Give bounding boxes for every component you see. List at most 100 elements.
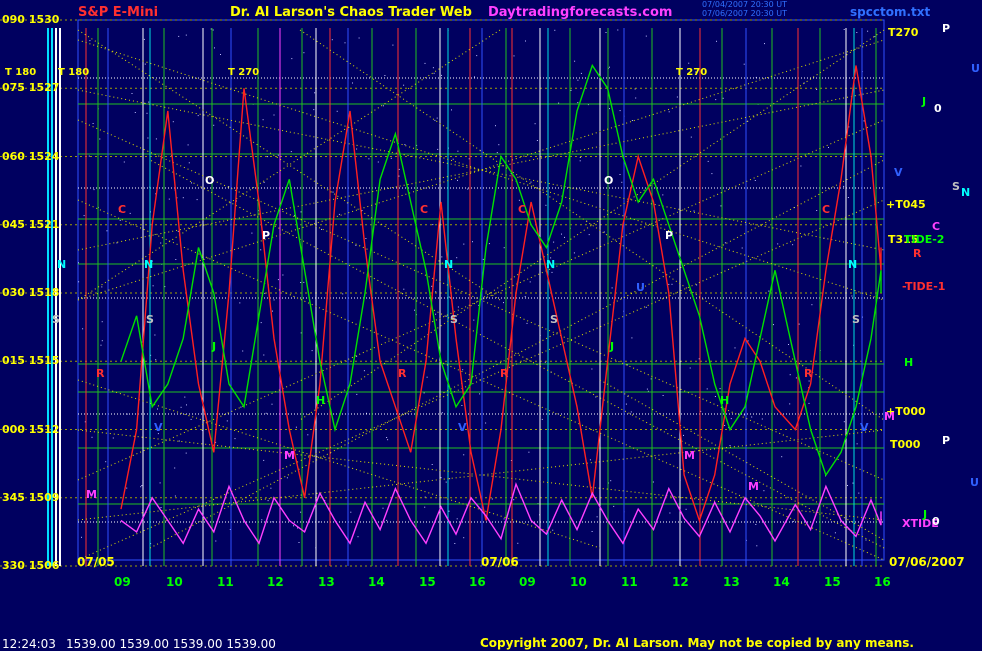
price-tick-label: 030 1518: [2, 286, 59, 300]
scatter-dot: [300, 511, 302, 513]
scatter-dot: [461, 405, 463, 406]
symbol-label: S&P E-Mini: [78, 5, 159, 20]
planet-letter: C: [932, 220, 941, 233]
scatter-dot: [119, 219, 121, 221]
scatter-dot: [457, 150, 459, 152]
scatter-dot: [777, 243, 779, 245]
price-tick-label: 330 1506: [2, 559, 59, 573]
scatter-dot: [414, 309, 415, 311]
scatter-dot: [613, 505, 615, 507]
scatter-dot: [445, 315, 447, 317]
scatter-dot: [724, 425, 726, 426]
scatter-dot: [683, 434, 684, 436]
plot-letter: S: [450, 313, 458, 326]
plot-letter: C: [518, 203, 527, 216]
scatter-dot: [356, 148, 358, 150]
scatter-dot: [286, 477, 288, 479]
scatter-dot: [552, 529, 554, 531]
scatter-dot: [570, 89, 572, 91]
plot-letter: N: [444, 258, 454, 271]
scatter-dot: [591, 368, 593, 370]
scatter-dot: [398, 168, 400, 170]
scatter-dot: [100, 344, 102, 346]
hour-tick-label: 13: [318, 575, 335, 589]
plot-letter: M: [284, 449, 295, 462]
scatter-dot: [865, 539, 867, 541]
scatter-dot: [503, 302, 504, 304]
scatter-dot: [763, 490, 765, 492]
scatter-dot: [541, 418, 543, 420]
degree-label: 030: [2, 286, 25, 299]
scatter-dot: [263, 459, 265, 461]
scatter-dot: [295, 426, 297, 428]
scatter-dot: [293, 525, 294, 527]
scatter-dot: [350, 511, 352, 513]
scatter-dot: [467, 188, 469, 190]
scatter-dot: [719, 388, 721, 390]
scatter-dot: [463, 454, 465, 456]
price-label: 1518: [24, 286, 60, 299]
scatter-dot: [92, 123, 94, 124]
price-tick-label: 000 1512: [2, 423, 59, 437]
scatter-dot: [435, 313, 437, 315]
scatter-dot: [668, 111, 670, 113]
hour-tick-label: 13: [723, 575, 740, 589]
scatter-dot: [609, 108, 610, 110]
scatter-dot: [448, 296, 450, 298]
plot-letter: H: [316, 394, 326, 407]
scatter-dot: [671, 283, 673, 285]
scatter-dot: [877, 87, 878, 89]
scatter-dot: [579, 157, 581, 158]
scatter-dot: [215, 540, 217, 542]
scatter-dot: [729, 445, 731, 446]
scatter-dot: [472, 241, 473, 243]
scatter-dot: [473, 319, 475, 321]
planet-letter: H: [904, 356, 914, 369]
scatter-dot: [191, 182, 192, 184]
scatter-dot: [403, 288, 405, 290]
scatter-dot: [734, 347, 736, 349]
scatter-dot: [454, 543, 456, 544]
scatter-dot: [579, 160, 581, 162]
status-time: 12:24:03: [2, 637, 56, 651]
scatter-dot: [781, 456, 783, 458]
end-date-label: 07/06/2007: [889, 555, 965, 569]
scatter-dot: [574, 60, 576, 62]
scatter-dot: [226, 420, 228, 422]
hour-tick-label: 09: [114, 575, 131, 589]
scatter-dot: [456, 518, 458, 520]
scatter-dot: [431, 285, 433, 287]
site-link[interactable]: Daytradingforecasts.com: [488, 6, 672, 20]
scatter-dot: [392, 44, 394, 46]
scatter-dot: [239, 302, 241, 304]
scatter-dot: [424, 62, 426, 64]
scatter-dot: [747, 340, 749, 342]
scatter-dot: [755, 524, 757, 525]
plot-letter: R: [804, 367, 813, 380]
scatter-dot: [617, 29, 619, 31]
scatter-dot: [313, 109, 315, 111]
scatter-dot: [722, 97, 724, 99]
scatter-dot: [355, 244, 357, 246]
scatter-dot: [503, 247, 505, 249]
planet-letter: R: [913, 247, 922, 260]
scatter-dot: [175, 259, 177, 260]
plot-letter: M: [684, 449, 695, 462]
scatter-dot: [182, 197, 184, 199]
scatter-dot: [773, 324, 774, 326]
planet-letter: S: [952, 180, 960, 193]
scatter-dot: [526, 322, 528, 324]
scatter-dot: [263, 354, 265, 356]
scatter-dot: [426, 376, 428, 378]
scatter-dot: [174, 467, 176, 469]
scatter-dot: [724, 242, 726, 244]
scatter-dot: [551, 271, 553, 273]
planet-letter: J: [922, 95, 927, 108]
scatter-dot: [123, 161, 125, 163]
scatter-dot: [448, 510, 450, 512]
scatter-dot: [536, 140, 538, 141]
date-label-1: 07/05: [77, 555, 115, 569]
time-marker-2: T 270: [676, 67, 708, 78]
scatter-dot: [282, 274, 284, 276]
scatter-dot: [518, 199, 520, 201]
